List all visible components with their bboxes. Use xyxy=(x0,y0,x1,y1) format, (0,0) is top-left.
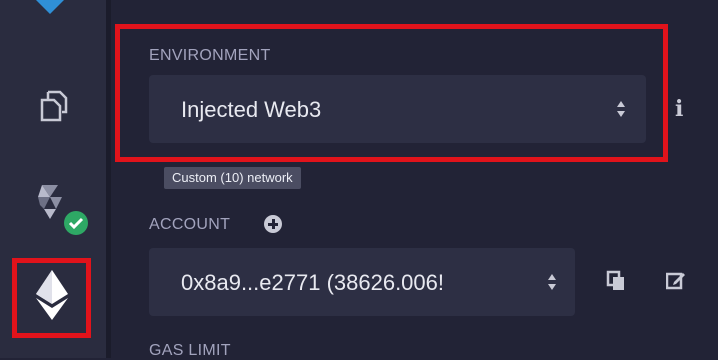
environment-highlight-box xyxy=(115,24,668,162)
copy-address-icon[interactable] xyxy=(606,270,626,292)
gas-limit-label: GAS LIMIT xyxy=(149,342,231,359)
solidity-compiler-icon[interactable] xyxy=(36,183,92,239)
edit-icon[interactable] xyxy=(666,270,686,290)
account-select[interactable]: 0x8a9...e2771 (38626.006! xyxy=(149,248,575,316)
network-badge: Custom (10) network xyxy=(164,167,301,189)
add-account-icon[interactable] xyxy=(264,215,282,233)
deploy-run-panel: ENVIRONMENT Injected Web3 i Custom (10) … xyxy=(111,0,718,359)
file-explorer-icon[interactable] xyxy=(34,88,70,124)
remix-logo-icon xyxy=(36,0,64,14)
select-chevrons-icon xyxy=(548,274,556,290)
account-selected-value: 0x8a9...e2771 (38626.006! xyxy=(181,270,445,295)
info-icon[interactable]: i xyxy=(675,96,683,122)
deploy-highlight-box xyxy=(12,258,91,338)
account-label: ACCOUNT xyxy=(149,216,231,233)
icon-sidebar xyxy=(0,0,106,358)
